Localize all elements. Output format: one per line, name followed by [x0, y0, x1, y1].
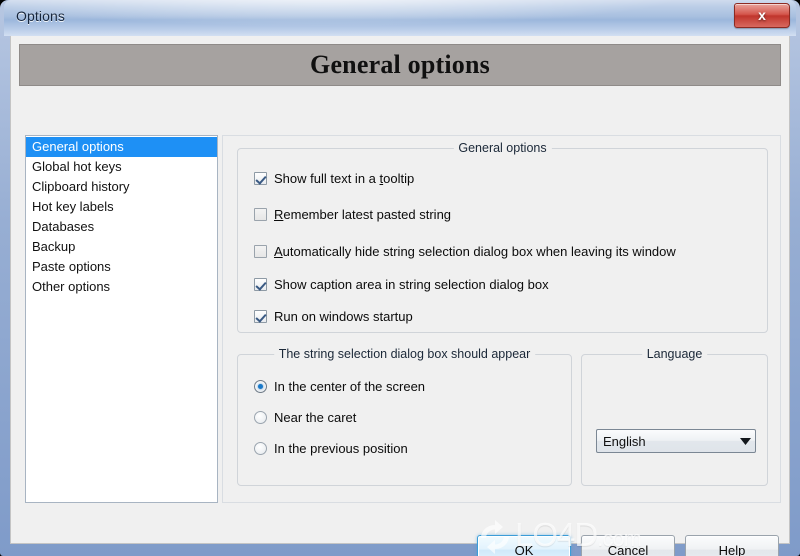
sidebar-item-paste-options[interactable]: Paste options — [26, 257, 217, 277]
checkbox-label: Run on windows startup — [274, 309, 413, 324]
radio-selected-icon[interactable] — [254, 380, 267, 393]
language-selected-value: English — [603, 433, 646, 449]
settings-panel: General options Show full text in a tool… — [222, 135, 781, 503]
radio-unselected-icon[interactable] — [254, 411, 267, 424]
window-frame-inner: Options x General options General option… — [4, 0, 796, 556]
radio-row-1[interactable]: Near the caret — [254, 410, 356, 425]
sidebar-item-databases[interactable]: Databases — [26, 217, 217, 237]
help-button-label: Help — [718, 542, 746, 556]
checkbox-label: Show full text in a tooltip — [274, 171, 415, 186]
radio-unselected-icon[interactable] — [254, 442, 267, 455]
close-icon[interactable]: x — [734, 3, 790, 28]
language-group-legend: Language — [641, 347, 708, 361]
checkbox-row-3[interactable]: Show caption area in string selection di… — [254, 277, 549, 292]
checkbox-label: Automatically hide string selection dial… — [274, 244, 676, 259]
language-select[interactable]: English — [596, 429, 756, 453]
category-listbox[interactable]: General options Global hot keys Clipboard … — [25, 135, 218, 503]
checkbox-checked-icon[interactable] — [254, 310, 267, 323]
checkbox-row-2[interactable]: Automatically hide string selection dial… — [254, 244, 676, 259]
sidebar-item-global-hot-keys[interactable]: Global hot keys — [26, 157, 217, 177]
cancel-button[interactable]: Cancel — [581, 535, 675, 556]
checkbox-row-0[interactable]: Show full text in a tooltip — [254, 171, 414, 186]
general-options-group: General options Show full text in a tool… — [237, 141, 768, 333]
title-bar: Options x — [4, 0, 796, 36]
checkbox-label: Remember latest pasted string — [274, 207, 452, 222]
client-area: General options General options Global ho… — [10, 36, 790, 556]
checkbox-unchecked-icon[interactable] — [254, 245, 267, 258]
radio-label: Near the caret — [274, 410, 357, 425]
general-options-group-legend: General options — [453, 141, 552, 155]
radio-row-0[interactable]: In the center of the screen — [254, 379, 425, 394]
radio-row-2[interactable]: In the previous position — [254, 441, 408, 456]
sidebar-item-clipboard-history[interactable]: Clipboard history — [26, 177, 217, 197]
ok-button[interactable]: OK — [477, 535, 571, 556]
window-title: Options — [16, 8, 65, 24]
chevron-down-icon — [735, 437, 755, 445]
checkbox-unchecked-icon[interactable] — [254, 208, 267, 221]
options-window: Options x General options General option… — [0, 0, 800, 556]
sidebar-item-other-options[interactable]: Other options — [26, 277, 217, 297]
sidebar-item-backup[interactable]: Backup — [26, 237, 217, 257]
checkbox-label: Show caption area in string selection di… — [274, 277, 549, 292]
checkbox-checked-icon[interactable] — [254, 172, 267, 185]
radio-label: In the previous position — [274, 441, 408, 456]
help-button[interactable]: Help — [685, 535, 779, 556]
page-header-banner: General options — [19, 44, 781, 86]
checkbox-row-4[interactable]: Run on windows startup — [254, 309, 413, 324]
dialog-position-group: The string selection dialog box should a… — [237, 347, 572, 486]
checkbox-row-1[interactable]: Remember latest pasted string — [254, 207, 451, 222]
language-group: Language English — [581, 347, 768, 486]
sidebar-item-general-options[interactable]: General options — [26, 137, 217, 157]
dialog-position-group-legend: The string selection dialog box should a… — [273, 347, 536, 361]
sidebar-item-hot-key-labels[interactable]: Hot key labels — [26, 197, 217, 217]
page-title: General options — [310, 50, 490, 79]
checkbox-checked-icon[interactable] — [254, 278, 267, 291]
radio-label: In the center of the screen — [274, 379, 426, 394]
